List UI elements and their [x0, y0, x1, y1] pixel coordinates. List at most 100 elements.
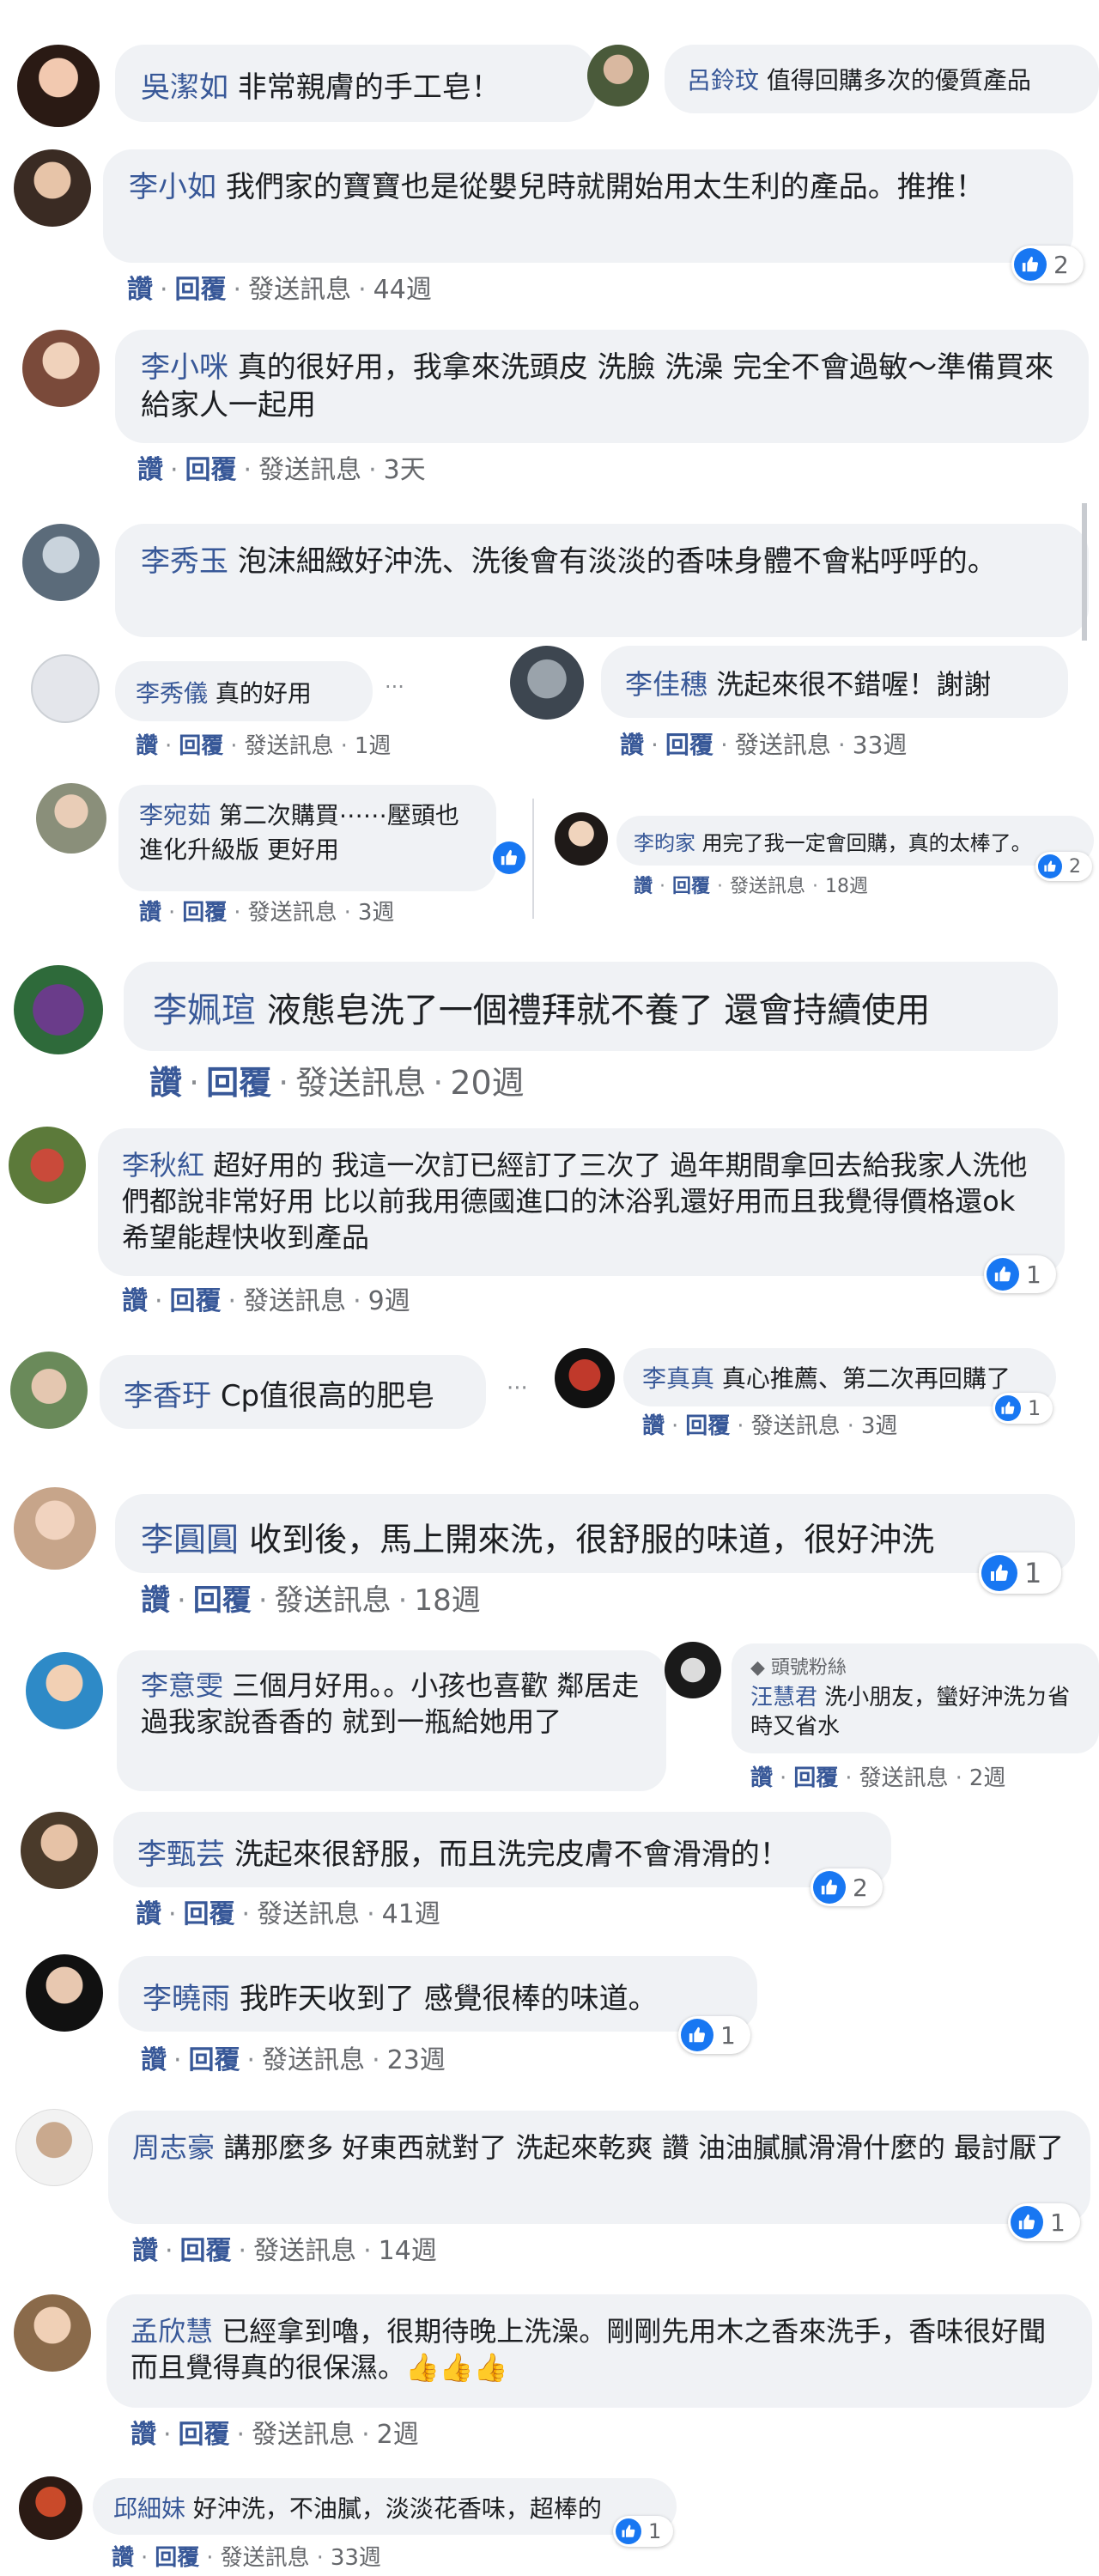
avatar[interactable]	[19, 2476, 82, 2540]
timestamp[interactable]: 3天	[384, 455, 426, 485]
more-options-icon[interactable]: ···	[507, 1376, 528, 1401]
like-link[interactable]: 讚	[136, 1899, 161, 1929]
commenter-name[interactable]: 李佳穗	[625, 668, 707, 701]
reply-link[interactable]: 回覆	[206, 1064, 271, 1102]
timestamp[interactable]: 18週	[825, 876, 868, 897]
reply-link[interactable]: 回覆	[179, 733, 223, 759]
commenter-name[interactable]: 李圓圓	[141, 1521, 239, 1558]
avatar[interactable]	[10, 1352, 88, 1429]
like-link[interactable]: 讚	[132, 2236, 158, 2266]
like-link[interactable]: 讚	[137, 455, 163, 485]
commenter-name[interactable]: 邱細妹	[113, 2494, 185, 2523]
commenter-name[interactable]: 汪慧君	[750, 1685, 817, 1710]
commenter-name[interactable]: 李宛茹	[139, 801, 211, 829]
commenter-name[interactable]: 周志豪	[132, 2131, 215, 2164]
commenter-name[interactable]: 吳潔如	[141, 70, 228, 105]
reaction-count[interactable]: 1	[979, 1552, 1061, 1594]
avatar[interactable]	[14, 2294, 91, 2372]
reply-link[interactable]: 回覆	[170, 1286, 222, 1316]
reply-link[interactable]: 回覆	[180, 2236, 232, 2266]
like-link[interactable]: 讚	[139, 900, 161, 926]
like-link[interactable]: 讚	[620, 731, 644, 759]
message-link[interactable]: 發送訊息	[859, 1765, 949, 1791]
message-link[interactable]: 發送訊息	[248, 900, 337, 926]
timestamp[interactable]: 23週	[387, 2045, 446, 2075]
commenter-name[interactable]: 李甄芸	[137, 1838, 225, 1872]
reply-link[interactable]: 回覆	[672, 876, 710, 897]
message-link[interactable]: 發送訊息	[295, 1064, 426, 1102]
like-link[interactable]: 讚	[122, 1286, 148, 1316]
avatar[interactable]	[14, 149, 91, 227]
reaction-count[interactable]: 1	[613, 2516, 673, 2547]
reply-link[interactable]: 回覆	[189, 2045, 240, 2075]
avatar[interactable]	[22, 524, 100, 601]
avatar[interactable]	[665, 1642, 721, 1698]
avatar[interactable]	[26, 1652, 103, 1729]
avatar[interactable]	[22, 330, 100, 407]
avatar[interactable]	[17, 45, 100, 127]
message-link[interactable]: 發送訊息	[248, 275, 351, 305]
avatar[interactable]	[587, 45, 649, 106]
like-link[interactable]: 讚	[642, 1413, 665, 1439]
avatar[interactable]	[15, 2109, 93, 2186]
reply-link[interactable]: 回覆	[185, 455, 237, 485]
scrollbar[interactable]	[1082, 503, 1087, 641]
message-link[interactable]: 發送訊息	[258, 455, 361, 485]
reaction-count[interactable]: 1	[678, 2016, 750, 2054]
reaction-count[interactable]: 1	[1008, 2203, 1080, 2241]
timestamp[interactable]: 2週	[377, 2420, 419, 2450]
message-link[interactable]: 發送訊息	[735, 731, 831, 759]
timestamp[interactable]: 9週	[368, 1286, 410, 1316]
commenter-name[interactable]: 李小咪	[141, 350, 228, 385]
reply-link[interactable]: 回覆	[793, 1765, 838, 1791]
message-link[interactable]: 發送訊息	[221, 2545, 310, 2571]
timestamp[interactable]: 14週	[379, 2236, 437, 2266]
reaction-count[interactable]: 2	[1035, 852, 1092, 881]
message-link[interactable]: 發送訊息	[245, 733, 334, 759]
commenter-name[interactable]: 呂鈴玟	[687, 66, 759, 94]
reaction-count[interactable]: 1	[993, 1393, 1053, 1424]
commenter-name[interactable]: 李香玗	[124, 1379, 211, 1413]
reaction-count[interactable]: 1	[984, 1255, 1056, 1293]
commenter-name[interactable]: 李真真	[642, 1364, 714, 1393]
more-options-icon[interactable]: ···	[385, 675, 404, 699]
timestamp[interactable]: 44週	[373, 275, 432, 305]
like-link[interactable]: 讚	[634, 876, 653, 897]
avatar[interactable]	[36, 783, 106, 854]
message-link[interactable]: 發送訊息	[751, 1413, 841, 1439]
commenter-name[interactable]: 李姵瑄	[153, 991, 256, 1030]
reply-link[interactable]: 回覆	[182, 900, 227, 926]
reply-link[interactable]: 回覆	[184, 1899, 235, 1929]
commenter-name[interactable]: 李小如	[129, 170, 216, 204]
commenter-name[interactable]: 李秀儀	[136, 679, 208, 708]
avatar[interactable]	[14, 1487, 96, 1570]
commenter-name[interactable]: 李秀玉	[141, 544, 228, 579]
timestamp[interactable]: 3週	[861, 1413, 898, 1439]
message-link[interactable]: 發送訊息	[252, 2420, 355, 2450]
commenter-name[interactable]: 李意雯	[141, 1669, 223, 1702]
like-link[interactable]: 讚	[131, 2420, 156, 2450]
avatar[interactable]	[31, 654, 100, 723]
avatar[interactable]	[555, 812, 608, 866]
message-link[interactable]: 發送訊息	[253, 2236, 356, 2266]
timestamp[interactable]: 20週	[450, 1064, 524, 1102]
like-link[interactable]: 讚	[112, 2545, 134, 2571]
timestamp[interactable]: 3週	[358, 900, 395, 926]
commenter-name[interactable]: 孟欣慧	[131, 2315, 213, 2348]
reply-link[interactable]: 回覆	[175, 275, 227, 305]
timestamp[interactable]: 1週	[355, 733, 392, 759]
avatar[interactable]	[9, 1127, 86, 1204]
message-link[interactable]: 發送訊息	[730, 876, 805, 897]
avatar[interactable]	[555, 1348, 615, 1408]
like-link[interactable]: 讚	[136, 733, 158, 759]
like-link[interactable]: 讚	[750, 1765, 773, 1791]
reply-link[interactable]: 回覆	[179, 2420, 230, 2450]
like-link[interactable]: 讚	[141, 2045, 167, 2075]
avatar[interactable]	[21, 1812, 98, 1889]
message-link[interactable]: 發送訊息	[262, 2045, 365, 2075]
reply-link[interactable]: 回覆	[665, 731, 713, 759]
timestamp[interactable]: 41週	[382, 1899, 440, 1929]
timestamp[interactable]: 18週	[414, 1583, 480, 1618]
like-link[interactable]: 讚	[149, 1064, 182, 1102]
reaction-count[interactable]: 2	[811, 1868, 883, 1906]
